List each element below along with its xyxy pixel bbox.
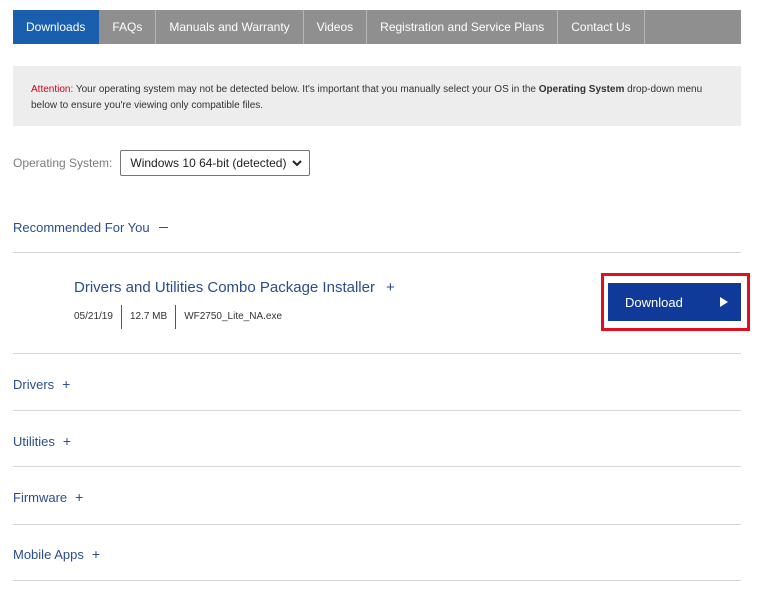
attention-text-1: Your operating system may not be detecte…: [73, 84, 539, 95]
attention-label: Attention:: [31, 84, 74, 95]
divider: [13, 580, 741, 581]
download-button-label: Download: [625, 294, 683, 310]
os-select[interactable]: Windows 10 64-bit (detected): [120, 150, 311, 176]
section-label: Drivers: [13, 376, 55, 392]
section-label: Mobile Apps: [13, 546, 84, 562]
package-filename: WF2750_Lite_NA.exe: [184, 311, 283, 322]
package-title[interactable]: Drivers and Utilities Combo Package Inst…: [74, 279, 395, 296]
package-meta: 05/21/19 12.7 MB WF2750_Lite_NA.exe: [74, 305, 290, 329]
tab-downloads[interactable]: Downloads: [13, 10, 100, 44]
download-button[interactable]: Download: [608, 283, 741, 321]
os-label: Operating System:: [13, 156, 113, 170]
recommended-heading-label: Recommended For You: [13, 220, 150, 235]
plus-icon: +: [62, 376, 71, 392]
tab-manuals-and-warranty[interactable]: Manuals and Warranty: [156, 10, 304, 44]
divider: [13, 524, 741, 525]
recommended-heading[interactable]: Recommended For You: [13, 220, 168, 235]
plus-icon: +: [91, 546, 101, 562]
section-utilities[interactable]: Utilities +: [13, 433, 71, 449]
package-title-label: Drivers and Utilities Combo Package Inst…: [74, 279, 375, 296]
divider: [13, 252, 741, 253]
minus-icon: [158, 226, 168, 229]
package-date: 05/21/19: [74, 311, 113, 322]
section-label: Firmware: [13, 489, 68, 505]
chevron-down-icon: [292, 160, 303, 167]
section-mobile-apps[interactable]: Mobile Apps +: [13, 546, 100, 562]
os-row: Operating System: Windows 10 64-bit (det…: [13, 150, 311, 176]
section-label: Utilities: [13, 433, 55, 449]
tab-bar-filler: [644, 10, 741, 44]
attention-notice: Attention: Your operating system may not…: [13, 66, 741, 126]
section-drivers[interactable]: Drivers +: [13, 376, 70, 392]
package-size: 12.7 MB: [129, 311, 168, 322]
divider: [13, 466, 741, 467]
attention-bold-text: Operating System: [538, 84, 625, 95]
tab-contact-us[interactable]: Contact Us: [558, 10, 645, 44]
section-firmware[interactable]: Firmware +: [13, 489, 83, 505]
plus-icon: +: [62, 433, 72, 449]
divider: [13, 410, 741, 411]
tab-registration-and-service-plans[interactable]: Registration and Service Plans: [367, 10, 559, 44]
tab-videos[interactable]: Videos: [303, 10, 368, 44]
divider: [13, 353, 741, 354]
tab-faqs[interactable]: FAQs: [99, 10, 157, 44]
play-icon: [720, 297, 728, 307]
os-selected-value: Windows 10 64-bit (detected): [130, 156, 287, 170]
tab-bar: Downloads FAQs Manuals and Warranty Vide…: [13, 10, 741, 44]
plus-icon: +: [385, 279, 395, 296]
plus-icon: +: [75, 489, 84, 505]
